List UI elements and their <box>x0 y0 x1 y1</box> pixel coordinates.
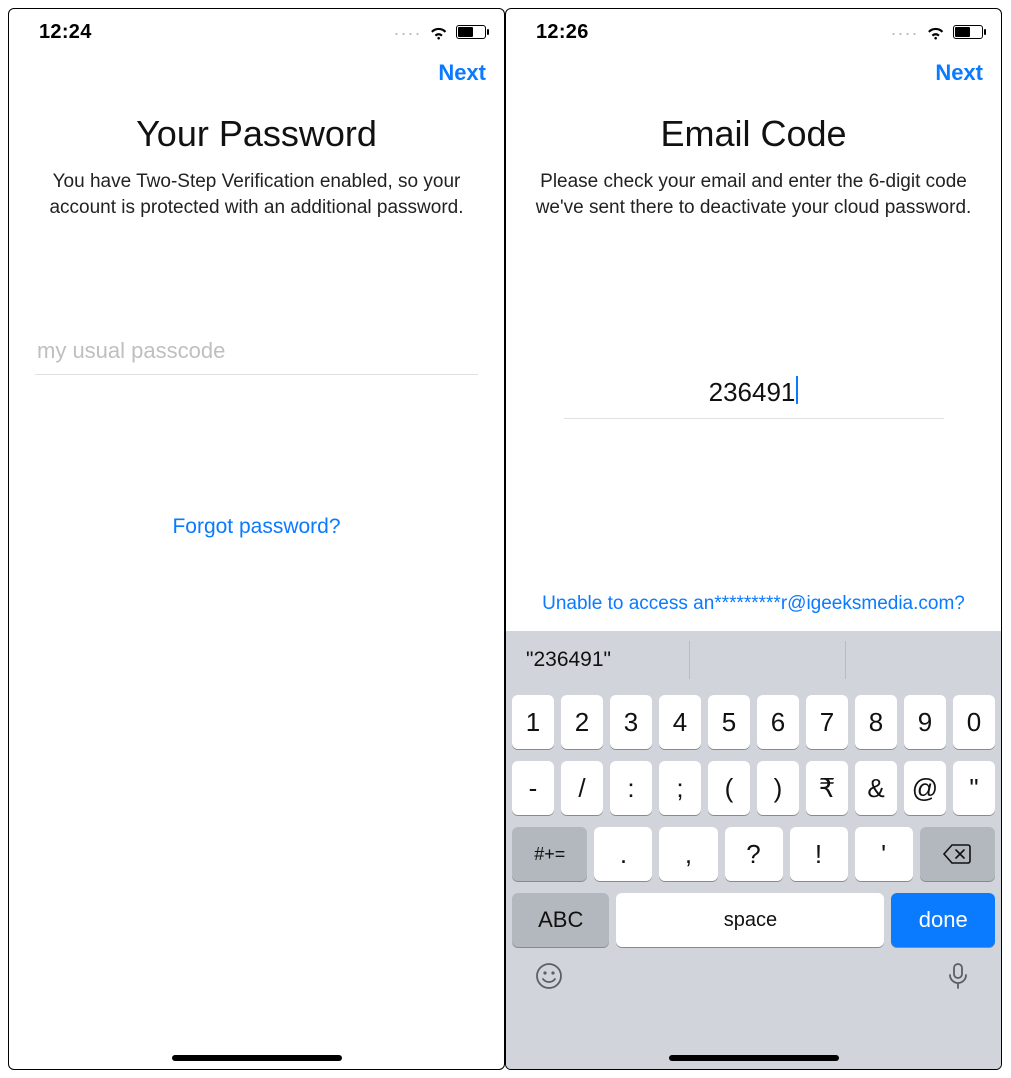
battery-icon <box>456 25 486 39</box>
status-time: 12:24 <box>39 21 92 44</box>
key-2[interactable]: 2 <box>561 695 603 749</box>
nav-bar: Next <box>506 49 1001 97</box>
key-0[interactable]: 0 <box>953 695 995 749</box>
key-ampersand[interactable]: & <box>855 761 897 815</box>
key-row-1: 1 2 3 4 5 6 7 8 9 0 <box>512 695 995 749</box>
microphone-icon[interactable] <box>943 961 973 991</box>
page-description: Please check your email and enter the 6-… <box>526 169 981 220</box>
cellular-dots-icon: .... <box>394 20 422 38</box>
key-backspace[interactable] <box>920 827 995 881</box>
page-title: Your Password <box>136 113 377 155</box>
wifi-icon <box>925 24 947 40</box>
key-period[interactable]: . <box>594 827 652 881</box>
screen-email-code: 12:26 .... Next Email Code Please check … <box>505 8 1002 1070</box>
backspace-icon <box>942 843 972 865</box>
key-1[interactable]: 1 <box>512 695 554 749</box>
password-input-wrap <box>29 330 484 375</box>
cellular-dots-icon: .... <box>891 20 919 38</box>
battery-icon <box>953 25 983 39</box>
key-done[interactable]: done <box>891 893 995 947</box>
next-button[interactable]: Next <box>935 60 983 86</box>
key-at[interactable]: @ <box>904 761 946 815</box>
key-comma[interactable]: , <box>659 827 717 881</box>
status-time: 12:26 <box>536 21 589 44</box>
wifi-icon <box>428 24 450 40</box>
key-5[interactable]: 5 <box>708 695 750 749</box>
key-dash[interactable]: - <box>512 761 554 815</box>
emoji-icon[interactable] <box>534 961 564 991</box>
code-input-wrap: 236491 <box>526 370 981 419</box>
next-button[interactable]: Next <box>438 60 486 86</box>
nav-bar: Next <box>9 49 504 97</box>
page-title: Email Code <box>660 113 846 155</box>
key-space[interactable]: space <box>616 893 884 947</box>
key-3[interactable]: 3 <box>610 695 652 749</box>
key-semicolon[interactable]: ; <box>659 761 701 815</box>
key-rupee[interactable]: ₹ <box>806 761 848 815</box>
page-description: You have Two-Step Verification enabled, … <box>29 169 484 220</box>
key-row-3: #+= . , ? ! ' <box>512 827 995 881</box>
key-row-2: - / : ; ( ) ₹ & @ " <box>512 761 995 815</box>
key-8[interactable]: 8 <box>855 695 897 749</box>
status-bar: 12:26 .... <box>506 9 1001 49</box>
screen-your-password: 12:24 .... Next Your Password You have T… <box>8 8 505 1070</box>
suggestion-1[interactable]: "236491" <box>506 631 689 689</box>
home-indicator[interactable] <box>669 1055 839 1061</box>
keyboard: "236491" 1 2 3 4 5 6 7 8 9 0 <box>506 631 1001 1069</box>
key-exclaim[interactable]: ! <box>790 827 848 881</box>
content-area: Email Code Please check your email and e… <box>506 97 1001 631</box>
suggestion-3[interactable] <box>846 631 1001 689</box>
key-open-paren[interactable]: ( <box>708 761 750 815</box>
key-apostrophe[interactable]: ' <box>855 827 913 881</box>
key-question[interactable]: ? <box>725 827 783 881</box>
key-quote[interactable]: " <box>953 761 995 815</box>
key-7[interactable]: 7 <box>806 695 848 749</box>
key-9[interactable]: 9 <box>904 695 946 749</box>
key-abc[interactable]: ABC <box>512 893 609 947</box>
password-input[interactable] <box>35 330 478 375</box>
content-area: Your Password You have Two-Step Verifica… <box>9 97 504 1069</box>
key-4[interactable]: 4 <box>659 695 701 749</box>
status-bar: 12:24 .... <box>9 9 504 49</box>
key-close-paren[interactable]: ) <box>757 761 799 815</box>
key-6[interactable]: 6 <box>757 695 799 749</box>
key-row-4: ABC space done <box>512 893 995 947</box>
forgot-password-link[interactable]: Forgot password? <box>172 515 340 539</box>
help-link-wrap: Unable to access an*********r@igeeksmedi… <box>532 593 975 631</box>
code-input[interactable]: 236491 <box>564 370 944 419</box>
suggestion-2[interactable] <box>690 631 845 689</box>
status-right: .... <box>394 23 486 41</box>
unable-to-access-link[interactable]: Unable to access an*********r@igeeksmedi… <box>532 593 975 625</box>
status-right: .... <box>891 23 983 41</box>
keyboard-bottom-bar <box>506 947 1001 1021</box>
home-indicator[interactable] <box>172 1055 342 1061</box>
key-slash[interactable]: / <box>561 761 603 815</box>
suggestion-bar: "236491" <box>506 631 1001 689</box>
key-symbols[interactable]: #+= <box>512 827 587 881</box>
key-colon[interactable]: : <box>610 761 652 815</box>
